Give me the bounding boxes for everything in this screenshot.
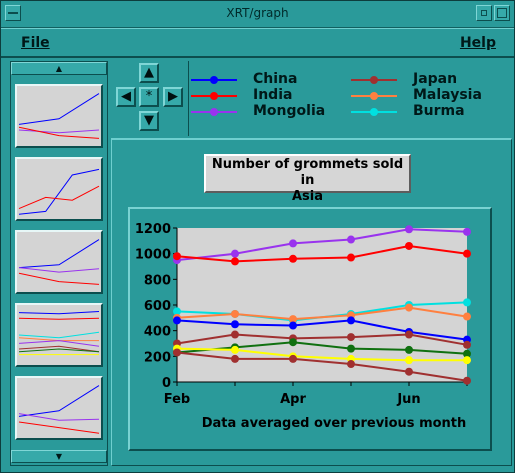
x-axis-label: Data averaged over previous month xyxy=(202,416,467,431)
data-point xyxy=(231,249,239,258)
y-tick-label: 200 xyxy=(144,350,171,365)
data-point xyxy=(231,320,239,329)
data-point xyxy=(347,360,355,369)
data-point xyxy=(289,239,297,248)
data-point xyxy=(347,253,355,262)
data-point xyxy=(289,254,297,263)
data-point xyxy=(173,252,181,261)
data-point xyxy=(289,354,297,363)
data-point xyxy=(289,321,297,330)
data-point xyxy=(405,356,413,365)
app-window: XRT/graph File Help ▲ ▼ ▲ ◀ * ▶ ▼ China … xyxy=(0,0,515,473)
data-point xyxy=(405,330,413,339)
data-point xyxy=(231,330,239,339)
data-point xyxy=(347,333,355,342)
data-point xyxy=(231,354,239,363)
data-point xyxy=(405,241,413,250)
data-point xyxy=(347,344,355,353)
data-point xyxy=(231,309,239,318)
data-point xyxy=(231,345,239,354)
data-point xyxy=(173,316,181,325)
data-point xyxy=(405,367,413,376)
data-point xyxy=(405,225,413,234)
data-point xyxy=(463,376,471,385)
y-tick-label: 1000 xyxy=(135,248,171,263)
data-point xyxy=(463,227,471,236)
y-tick-label: 1200 xyxy=(135,222,171,237)
x-tick-label: Apr xyxy=(280,392,306,407)
data-point xyxy=(347,235,355,244)
data-point xyxy=(463,249,471,258)
data-point xyxy=(463,298,471,307)
data-point xyxy=(173,348,181,357)
y-tick-label: 0 xyxy=(162,376,171,391)
data-point xyxy=(405,303,413,312)
data-point xyxy=(405,345,413,354)
data-point xyxy=(463,312,471,321)
x-tick-label: Jun xyxy=(396,392,420,407)
line-chart[interactable]: 0 200 400 600 800 1000 1200 Feb Apr Jun Data avera… xyxy=(1,1,514,472)
data-point xyxy=(463,356,471,365)
y-tick-label: 800 xyxy=(144,273,171,288)
data-point xyxy=(231,257,239,266)
data-point xyxy=(463,340,471,349)
y-tick-label: 400 xyxy=(144,325,171,340)
x-tick-label: Feb xyxy=(164,392,190,407)
y-tick-label: 600 xyxy=(144,299,171,314)
data-point xyxy=(347,316,355,325)
data-point xyxy=(289,338,297,347)
